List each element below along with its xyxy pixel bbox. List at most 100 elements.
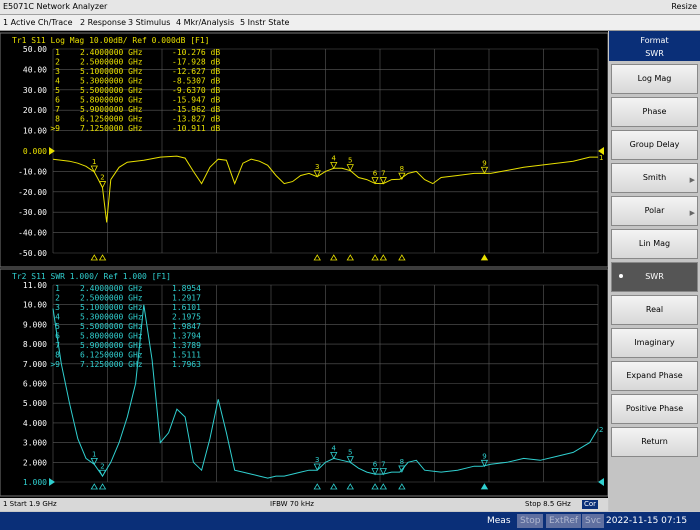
marker-table-frequency: 5.1000000 GHz	[80, 67, 143, 76]
marker-table-value: -12.627 dB	[172, 67, 220, 76]
y-tick-label: 50.00	[23, 45, 47, 54]
resize-label[interactable]: Resize	[671, 0, 697, 14]
marker-table-value: 1.6101	[172, 303, 201, 312]
marker-table-frequency: 5.3000000 GHz	[80, 77, 143, 86]
y-tick-label: 8.000	[23, 340, 47, 349]
marker-table-value: -8.5307 dB	[172, 77, 220, 86]
marker-table-id: 6	[55, 96, 60, 105]
marker-table-frequency: 2.5000000 GHz	[80, 294, 143, 303]
marker-label: 6	[373, 461, 378, 469]
marker-table-frequency: 2.5000000 GHz	[80, 58, 143, 67]
softkey-group-delay[interactable]: Group Delay	[611, 130, 698, 160]
y-tick-label: 11.00	[23, 281, 47, 290]
softkey-expand-phase[interactable]: Expand Phase	[611, 361, 698, 391]
y-tick-label: -40.00	[18, 229, 47, 238]
menu-stimulus[interactable]: 3 Stimulus	[128, 15, 170, 30]
marker-table-id: 8	[55, 351, 60, 360]
trace-end-label: 1	[599, 154, 603, 162]
marker-table-value: 1.3789	[172, 341, 201, 350]
marker-table-value: 2.1975	[172, 313, 201, 322]
y-tick-label: 0.000	[23, 147, 47, 156]
marker-table-frequency: 5.9000000 GHz	[80, 341, 143, 350]
marker-table-id: >9	[50, 360, 60, 369]
y-tick-label: 2.000	[23, 458, 47, 467]
marker-label: 1	[92, 450, 96, 458]
marker-table-value: 1.9847	[172, 322, 201, 331]
marker-table-value: 1.3794	[172, 332, 201, 341]
marker-table-value: 1.7963	[172, 360, 201, 369]
marker-table-id: 3	[55, 303, 60, 312]
marker-table-frequency: 5.8000000 GHz	[80, 96, 143, 105]
marker-table-value: -10.911 dB	[172, 124, 220, 133]
marker-label: 7	[381, 170, 385, 178]
marker-table-frequency: 5.5000000 GHz	[80, 86, 143, 95]
marker-table-frequency: 6.1250000 GHz	[80, 115, 143, 124]
selected-dot-icon	[619, 274, 623, 278]
softkey-phase[interactable]: Phase	[611, 97, 698, 127]
marker-table-frequency: 5.5000000 GHz	[80, 322, 143, 331]
softkey-smith[interactable]: Smith ▶	[611, 163, 698, 193]
marker-table-id: 5	[55, 86, 60, 95]
marker-table-id: 2	[55, 58, 60, 67]
marker-table-value: -10.276 dB	[172, 48, 220, 57]
marker-label: 6	[373, 170, 378, 178]
softkey-label: Expand Phase	[626, 371, 683, 380]
softkey-panel: Format SWR Log Mag Phase Group Delay Smith ▶…	[609, 31, 700, 511]
menu-mkr-analysis[interactable]: 4 Mkr/Analysis	[176, 15, 234, 30]
start-frequency[interactable]: 1 Start 1.9 GHz	[3, 498, 57, 511]
menu-bar: 1 Active Ch/Trace 2 Response 3 Stimulus …	[0, 15, 700, 31]
softkey-return[interactable]: Return	[611, 427, 698, 457]
stop-frequency[interactable]: Stop 8.5 GHz	[525, 498, 571, 511]
softkey-label: Group Delay	[629, 140, 680, 149]
softkey-menu-name: Format	[640, 36, 669, 45]
marker-table-id: 1	[55, 48, 60, 57]
meas-indicator: Meas	[484, 514, 514, 528]
marker-label: 2	[100, 462, 104, 470]
marker-table-frequency: 5.9000000 GHz	[80, 105, 143, 114]
menu-response[interactable]: 2 Response	[80, 15, 126, 30]
marker-table-frequency: 5.8000000 GHz	[80, 332, 143, 341]
measurement-screen: Tr1 S11 Log Mag 10.00dB/ Ref 0.000dB [F1…	[0, 31, 609, 511]
y-tick-label: -10.00	[18, 167, 47, 176]
softkey-current-format: SWR	[645, 49, 664, 58]
softkey-label: Phase	[642, 107, 667, 116]
softkey-positive-phase[interactable]: Positive Phase	[611, 394, 698, 424]
marker-label: 5	[348, 157, 352, 165]
trace-end-label: 2	[599, 426, 603, 434]
softkey-log-mag[interactable]: Log Mag	[611, 64, 698, 94]
softkey-imaginary[interactable]: Imaginary	[611, 328, 698, 358]
trace-plots: Tr1 S11 Log Mag 10.00dB/ Ref 0.000dB [F1…	[0, 32, 609, 497]
marker-label: 4	[332, 444, 337, 452]
marker-table-id: 4	[55, 313, 60, 322]
marker-label: 4	[332, 154, 337, 162]
correction-badge: Cor	[582, 500, 599, 509]
softkey-label: Return	[641, 437, 668, 446]
menu-instr-state[interactable]: 5 Instr State	[240, 15, 289, 30]
y-tick-label: 7.000	[23, 360, 47, 369]
y-tick-label: 30.00	[23, 86, 47, 95]
y-tick-label: 20.00	[23, 106, 47, 115]
marker-table-value: -15.947 dB	[172, 96, 220, 105]
stop-indicator: Stop	[517, 514, 544, 528]
marker-table-frequency: 7.1250000 GHz	[80, 124, 143, 133]
marker-label: 8	[400, 458, 404, 466]
submenu-arrow-icon: ▶	[689, 209, 695, 217]
marker-table-frequency: 2.4000000 GHz	[80, 284, 143, 293]
marker-table-frequency: 6.1250000 GHz	[80, 351, 143, 360]
ifbw[interactable]: IFBW 70 kHz	[270, 498, 314, 511]
y-tick-label: 4.000	[23, 419, 47, 428]
softkey-label: Log Mag	[637, 74, 672, 83]
menu-active-ch-trace[interactable]: 1 Active Ch/Trace	[3, 15, 73, 30]
marker-table-frequency: 7.1250000 GHz	[80, 360, 143, 369]
softkey-swr[interactable]: SWR	[611, 262, 698, 292]
y-tick-label: 40.00	[23, 65, 47, 74]
softkey-lin-mag[interactable]: Lin Mag	[611, 229, 698, 259]
marker-table-value: 1.2917	[172, 294, 201, 303]
softkey-real[interactable]: Real	[611, 295, 698, 325]
marker-table-value: 1.8954	[172, 284, 201, 293]
softkey-title: Format SWR	[609, 31, 700, 61]
marker-label: 5	[348, 449, 352, 457]
softkey-label: SWR	[645, 272, 664, 281]
marker-table-id: 6	[55, 332, 60, 341]
softkey-polar[interactable]: Polar ▶	[611, 196, 698, 226]
